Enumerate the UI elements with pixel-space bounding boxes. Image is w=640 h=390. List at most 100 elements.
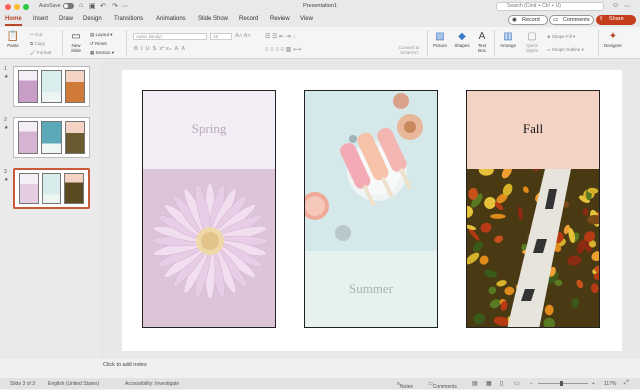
reading-view-icon[interactable]: ▯ [500,380,503,387]
normal-view-icon[interactable]: ▤ [472,380,478,387]
copy-label: Copy [34,41,45,46]
summer-panel[interactable]: Summer [304,90,438,328]
format-painter-button[interactable]: 🖌 Format [30,50,51,56]
tab-transitions[interactable]: Transitions [114,16,143,22]
arrange-button[interactable]: ▥ Arrange [497,31,519,48]
paste-button[interactable]: 📋 Paste [5,31,21,48]
shape-outline-label: Shape Outline [551,47,581,52]
slide-number: 2 [4,117,7,123]
reset-button[interactable]: ↺ Reset [90,41,107,47]
format-label: Format [36,50,52,55]
comments-status-button[interactable]: ▭ Comments [428,381,457,390]
thumb-panel [64,121,85,154]
convert-smartart-button[interactable]: Convert to SmartArt [394,45,424,55]
new-slide-label: New Slide [70,43,81,53]
tab-slide-show[interactable]: Slide Show [198,16,228,22]
cut-button[interactable]: ✂ Cut [30,32,42,38]
summer-title[interactable]: Summer [305,281,437,297]
account-icon[interactable]: ☺ [612,2,619,9]
reset-label: Reset [95,41,107,46]
picture-button[interactable]: ▨ Picture [430,31,450,48]
star-icon: ★ [4,177,9,183]
thumb-panel [19,173,39,204]
font-size-select[interactable]: 18 [210,33,232,40]
picture-icon: ▨ [435,31,445,42]
notes-button[interactable]: ≡ Notes [397,381,413,390]
text-box-label: Text Box [477,43,487,53]
notes-input[interactable]: Click to add notes [103,362,147,368]
shapes-icon: ◆ [458,31,466,42]
thumb-panel [64,173,85,204]
popsicle-image [305,91,437,251]
fall-title[interactable]: Fall [467,121,599,137]
zoom-out-icon[interactable]: − [530,381,533,387]
paragraph-list-buttons[interactable]: ☰ ☰ ⇤ ⇥ ↕ [265,33,295,40]
arrange-label: Arrange [499,43,516,48]
thumb-panel [41,70,62,103]
leaves-image [467,169,599,327]
accessibility-status[interactable]: Accessibility: Investigate [125,381,179,387]
section-button[interactable]: ▦ Section ▾ [90,50,114,56]
record-button[interactable]: ◉ Record [508,15,548,25]
quick-styles-button[interactable]: ▢ Quick Styles [521,31,543,53]
text-box-button[interactable]: A Text Box [474,31,490,53]
slideshow-icon[interactable]: ▭ [514,380,520,387]
spring-title[interactable]: Spring [143,121,275,137]
zoom-level[interactable]: 117% [604,381,616,387]
slide-canvas[interactable]: Spring Summer Fall [122,70,622,351]
layout-button[interactable]: ▤ Layout ▾ [90,32,113,38]
designer-label: Designer [603,43,622,48]
record-icon: ◉ [512,17,517,23]
slide-thumbnail-2[interactable] [13,117,90,158]
arrange-icon: ▥ [503,31,513,42]
slide-sorter-icon[interactable]: ▦ [486,380,492,387]
slide-thumbnail-3[interactable] [13,168,90,209]
tab-design[interactable]: Design [83,16,102,22]
tab-view[interactable]: View [300,16,313,22]
comments-status-label: Comments [432,384,457,390]
divider [427,30,428,56]
quick-styles-label: Quick Styles [525,43,539,53]
text-box-icon: A [478,31,486,42]
slide-thumbnail-1[interactable] [13,66,90,107]
divider [494,30,495,56]
thumb-panel [18,70,39,103]
comments-button[interactable]: ▭ Comments [549,15,594,25]
tab-review[interactable]: Review [270,16,290,22]
star-icon: ★ [4,125,9,131]
tab-draw[interactable]: Draw [59,16,73,22]
share-label: Share [609,16,624,22]
font-name-select[interactable]: Aptos (Body) [133,33,207,40]
copy-button[interactable]: ⧉ Copy [30,41,45,46]
shape-outline-button[interactable]: ▱ Shape Outline ▾ [547,47,584,53]
tab-insert[interactable]: Insert [33,16,48,22]
shape-fill-button[interactable]: ◈ Shape Fill ▾ [547,34,575,40]
notes-label: Notes [399,384,413,390]
fit-slide-icon[interactable]: ⤢ [624,380,629,387]
slide-number: 3 [4,169,7,175]
zoom-slider-thumb[interactable] [560,381,563,386]
tab-record[interactable]: Record [239,16,258,22]
new-slide-button[interactable]: ▭ New Slide [66,31,86,53]
zoom-slider[interactable] [538,383,588,384]
slide-thumbnail-pane: 1 ★ 2 ★ 3 ★ [0,59,99,359]
language-status[interactable]: English (United States) [48,381,99,387]
more-options-icon[interactable]: ⋯ [624,3,630,10]
font-size-controls[interactable]: A˄ A˅ [235,33,251,39]
search-input[interactable]: Search (Cmd + Ctrl + U) [496,2,604,11]
cut-label: Cut [35,32,43,37]
zoom-in-icon[interactable]: + [592,381,595,387]
tab-animations[interactable]: Animations [156,16,186,22]
quick-styles-icon: ▢ [527,31,537,42]
comments-label: Comments [563,17,590,23]
paragraph-align-buttons[interactable]: ≡ ≡ ≡ ≡ ▥ ⟷ [265,46,302,53]
shapes-button[interactable]: ◆ Shapes [452,31,472,48]
tab-home[interactable]: Home [5,16,22,26]
paste-icon: 📋 [6,31,20,42]
spring-panel[interactable]: Spring [142,90,276,328]
designer-button[interactable]: ✦ Designer [601,31,625,48]
fall-panel[interactable]: Fall [466,90,600,328]
share-button[interactable]: ⇪ Share [596,15,636,25]
thumb-panel [64,70,85,103]
text-format-buttons[interactable]: B I U S x² x₂ A A [134,46,185,52]
